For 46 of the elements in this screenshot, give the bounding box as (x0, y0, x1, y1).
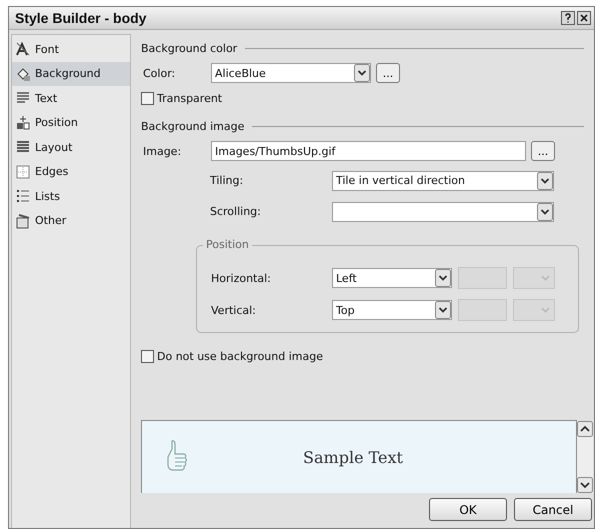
browse-button[interactable]: ... (376, 63, 400, 83)
field-label: Image: (142, 144, 182, 158)
tiling-dropdown[interactable]: Tile in vertical direction (332, 170, 554, 190)
section-heading: Background color (141, 42, 238, 54)
sample-text: Sample Text (302, 448, 404, 466)
category-item[interactable]: Lists (12, 184, 130, 208)
group-title: Position (203, 238, 252, 251)
category-item[interactable]: Edges (12, 160, 130, 184)
field-label: Scrolling: (209, 205, 262, 218)
category-item[interactable]: Background (12, 62, 130, 86)
scrollbar[interactable] (577, 421, 593, 493)
help-icon[interactable] (561, 11, 575, 25)
checkbox-label: Do not use background image (157, 350, 323, 362)
window-title: Style Builder - body (15, 10, 146, 26)
checkbox-label: Transparent (157, 92, 222, 104)
position-dropdown[interactable]: Top (332, 300, 452, 320)
checkbox[interactable] (141, 92, 154, 104)
field-label: Vertical: (210, 304, 257, 316)
dialog-button[interactable]: Cancel (514, 498, 592, 521)
scroll-down-icon[interactable] (577, 477, 593, 493)
category-icon (15, 164, 31, 180)
category-item[interactable]: Layout (12, 135, 130, 160)
field-label: Tiling: (209, 174, 244, 187)
position-dropdown[interactable]: Left (332, 268, 452, 288)
category-item[interactable]: Font (12, 37, 130, 62)
close-icon[interactable] (577, 11, 591, 25)
category-item[interactable]: Other (12, 208, 130, 233)
category-icon (15, 114, 31, 131)
category-item[interactable]: Position (12, 110, 130, 135)
category-icon (15, 41, 31, 58)
dialog-button[interactable]: OK (429, 498, 507, 521)
category-icon (15, 66, 31, 82)
scrolling-dropdown[interactable] (332, 202, 554, 222)
image-path-field[interactable]: Images/ThumbsUp.gif (211, 141, 526, 161)
color-dropdown[interactable]: AliceBlue (211, 63, 371, 83)
browse-button[interactable]: ... (531, 141, 555, 161)
no-image-checkbox[interactable]: Do not use background image (141, 345, 594, 367)
category-item[interactable]: Text (12, 86, 130, 110)
field-label: Color: (142, 66, 176, 80)
category-icon (15, 212, 31, 229)
scroll-up-icon[interactable] (577, 421, 593, 437)
section-heading: Background image (141, 120, 244, 132)
category-icon (15, 188, 31, 204)
field-label: Horizontal: (210, 272, 272, 284)
transparent-checkbox[interactable]: Transparent (141, 87, 594, 109)
checkbox[interactable] (141, 350, 154, 362)
